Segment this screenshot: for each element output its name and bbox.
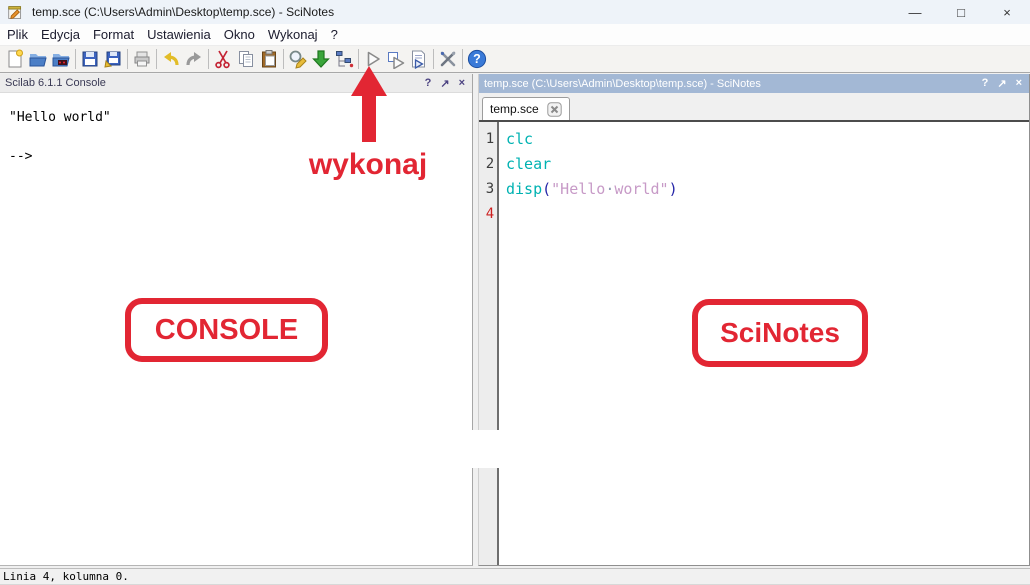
toolbar-separator [283, 49, 284, 69]
annotation-arrow-head [351, 66, 387, 96]
console-undock-icon[interactable]: ↗ [440, 77, 449, 90]
toolbar-separator [462, 49, 463, 69]
editor-tabbar: temp.sce [479, 93, 1029, 120]
toolbar-separator [127, 49, 128, 69]
toolbar: ? [0, 46, 1030, 73]
tab-close-icon[interactable] [547, 102, 562, 117]
console-panel-title: Scilab 6.1.1 Console [5, 77, 106, 89]
save-as-icon[interactable] [102, 48, 123, 70]
current-line-number: 4 [479, 206, 501, 222]
execute-file-icon[interactable] [408, 48, 429, 70]
code-token: ) [669, 180, 678, 198]
line-number: 2 [479, 156, 501, 172]
maximize-button[interactable]: □ [938, 0, 984, 24]
code-line-3: 3 disp("Hello·world") [479, 176, 1029, 201]
code-line-4: 4 [479, 201, 1029, 226]
close-button[interactable]: × [984, 0, 1030, 24]
toolbar-separator [208, 49, 209, 69]
console-close-icon[interactable]: × [459, 77, 465, 90]
code-token: disp [506, 180, 542, 198]
console-panel-header: Scilab 6.1.1 Console ? ↗ × [0, 74, 472, 93]
scinotes-panel-header: temp.sce (C:\Users\Admin\Desktop\temp.sc… [479, 74, 1029, 93]
new-file-icon[interactable] [4, 48, 25, 70]
menu-ustawienia[interactable]: Ustawienia [141, 27, 217, 42]
line-number: 1 [479, 131, 501, 147]
print-icon[interactable] [131, 48, 152, 70]
window-controls: — □ × [892, 0, 1030, 24]
find-replace-icon[interactable] [287, 48, 308, 70]
menu-format[interactable]: Format [87, 27, 140, 42]
line-number: 3 [479, 181, 501, 197]
save-icon[interactable] [79, 48, 100, 70]
cut-icon[interactable] [212, 48, 233, 70]
redo-icon[interactable] [183, 48, 204, 70]
svg-text:?: ? [473, 52, 481, 66]
menubar: Plik Edycja Format Ustawienia Okno Wykon… [0, 24, 1030, 46]
menu-help[interactable]: ? [325, 27, 344, 42]
console-header-buttons: ? ↗ × [425, 77, 472, 90]
open-source-file-icon[interactable] [50, 48, 71, 70]
paste-icon[interactable] [258, 48, 279, 70]
minimize-button[interactable]: — [892, 0, 938, 24]
copy-icon[interactable] [235, 48, 256, 70]
scinotes-panel-title: temp.sce (C:\Users\Admin\Desktop\temp.sc… [484, 78, 761, 90]
cursor-position-status: Linia 4, kolumna 0. [3, 570, 129, 583]
console-output-line: "Hello world" [9, 110, 472, 125]
undo-icon[interactable] [160, 48, 181, 70]
scinotes-undock-icon[interactable]: ↗ [997, 77, 1006, 90]
code-token: clear [506, 155, 551, 173]
code-token: world" [614, 180, 668, 198]
menu-wykonaj[interactable]: Wykonaj [262, 27, 324, 42]
preferences-icon[interactable] [437, 48, 458, 70]
toolbar-separator [156, 49, 157, 69]
tab-temp-sce[interactable]: temp.sce [482, 97, 570, 120]
toolbar-separator [433, 49, 434, 69]
code-token: ( [542, 180, 551, 198]
scinotes-header-buttons: ? ↗ × [982, 77, 1029, 90]
scilab-window: temp.sce (C:\Users\Admin\Desktop\temp.sc… [0, 0, 1030, 585]
menu-plik[interactable]: Plik [1, 27, 34, 42]
menu-okno[interactable]: Okno [218, 27, 261, 42]
annotation-scinotes-box: SciNotes [692, 299, 868, 367]
toolbar-separator [75, 49, 76, 69]
execute-with-echo-icon[interactable] [385, 48, 406, 70]
load-into-scilab-icon[interactable] [310, 48, 331, 70]
code-line-1: 1 clc [479, 126, 1029, 151]
scinotes-help-icon[interactable]: ? [982, 77, 989, 90]
statusbar: Linia 4, kolumna 0. [0, 568, 1030, 585]
tab-label: temp.sce [490, 102, 539, 116]
help-icon[interactable]: ? [466, 48, 487, 70]
console-help-icon[interactable]: ? [425, 77, 432, 90]
annotation-arrow-shaft [362, 96, 376, 142]
annotation-arrow [351, 66, 387, 142]
open-file-icon[interactable] [27, 48, 48, 70]
code-token: "Hello [551, 180, 605, 198]
menu-edycja[interactable]: Edycja [35, 27, 86, 42]
annotation-console-box: CONSOLE [125, 298, 328, 362]
scinotes-app-icon [7, 4, 24, 21]
code-line-2: 2 clear [479, 151, 1029, 176]
code-token: clc [506, 130, 533, 148]
whiteout-band [430, 430, 571, 468]
annotation-wykonaj-label: wykonaj [288, 148, 448, 182]
titlebar: temp.sce (C:\Users\Admin\Desktop\temp.sc… [0, 0, 1030, 24]
window-title: temp.sce (C:\Users\Admin\Desktop\temp.sc… [32, 5, 334, 19]
scinotes-close-icon[interactable]: × [1016, 77, 1022, 90]
